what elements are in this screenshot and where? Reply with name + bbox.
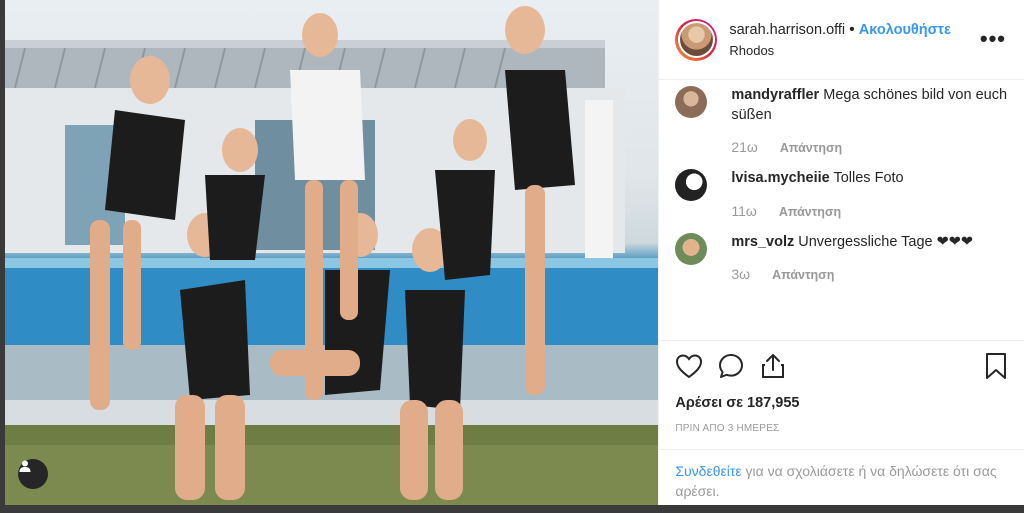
likes-count[interactable]: Αρέσει σε 187,955 <box>675 395 1008 411</box>
post-modal: sarah.harrison.offi • Ακολουθήστε Rhodos •… <box>5 0 1024 505</box>
photo-illustration <box>5 6 659 505</box>
heart-icon[interactable] <box>675 353 703 384</box>
post-actions: Αρέσει σε 187,955 ΠΡΙΝ ΑΠΟ 3 ΗΜΕΡΕΣ Συνδ… <box>659 340 1024 505</box>
login-link[interactable]: Συνδεθείτε <box>675 463 741 479</box>
reply-button[interactable]: Απάντηση <box>780 141 842 155</box>
more-horizontal-icon[interactable]: ••• <box>980 28 1006 50</box>
comment-username[interactable]: mandyraffler <box>731 87 819 103</box>
reply-button[interactable]: Απάντηση <box>772 268 834 282</box>
post-timestamp: ΠΡΙΝ ΑΠΟ 3 ΗΜΕΡΕΣ <box>675 423 780 434</box>
login-prompt: Συνδεθείτε για να σχολιάσετε ή να δηλώσε… <box>659 449 1024 513</box>
comment-time: 3ω <box>731 266 751 283</box>
avatar[interactable] <box>675 18 718 61</box>
comment-text: Unvergessliche Tage ❤❤❤ <box>798 233 974 250</box>
post-sidebar: sarah.harrison.offi • Ακολουθήστε Rhodos •… <box>658 0 1024 505</box>
avatar[interactable] <box>675 232 708 265</box>
reply-button[interactable]: Απάντηση <box>779 205 841 219</box>
comment-username[interactable]: mrs_volz <box>731 234 794 250</box>
comment-time: 11ω <box>731 202 757 219</box>
follow-button[interactable]: Ακολουθήστε <box>859 22 951 38</box>
post-header: sarah.harrison.offi • Ακολουθήστε Rhodos •… <box>659 0 1024 80</box>
share-icon[interactable] <box>759 352 787 385</box>
comment-item: mrs_volz Unvergessliche Tage ❤❤❤ 3ω Απάντ… <box>675 232 1008 283</box>
comments-list: mandyraffler Mega schönes bild von euch … <box>659 80 1024 340</box>
comment-username[interactable]: lvisa.mycheiie <box>731 170 829 186</box>
tag-user-icon[interactable] <box>18 459 48 489</box>
username-link[interactable]: sarah.harrison.offi <box>729 22 845 38</box>
comment-text: Tolles Foto <box>833 170 904 187</box>
bookmark-icon[interactable] <box>984 352 1008 385</box>
avatar[interactable] <box>675 169 708 202</box>
comment-time: 21ω <box>731 139 758 156</box>
separator-dot: • <box>849 20 855 38</box>
comment-item: lvisa.mycheiie Tolles Foto 11ω Απάντηση <box>675 169 1008 219</box>
location-link[interactable]: Rhodos <box>729 43 951 59</box>
comment-item: mandyraffler Mega schönes bild von euch … <box>675 86 1008 155</box>
avatar[interactable] <box>675 86 708 118</box>
post-photo[interactable] <box>5 0 659 505</box>
comment-icon[interactable] <box>717 352 745 385</box>
